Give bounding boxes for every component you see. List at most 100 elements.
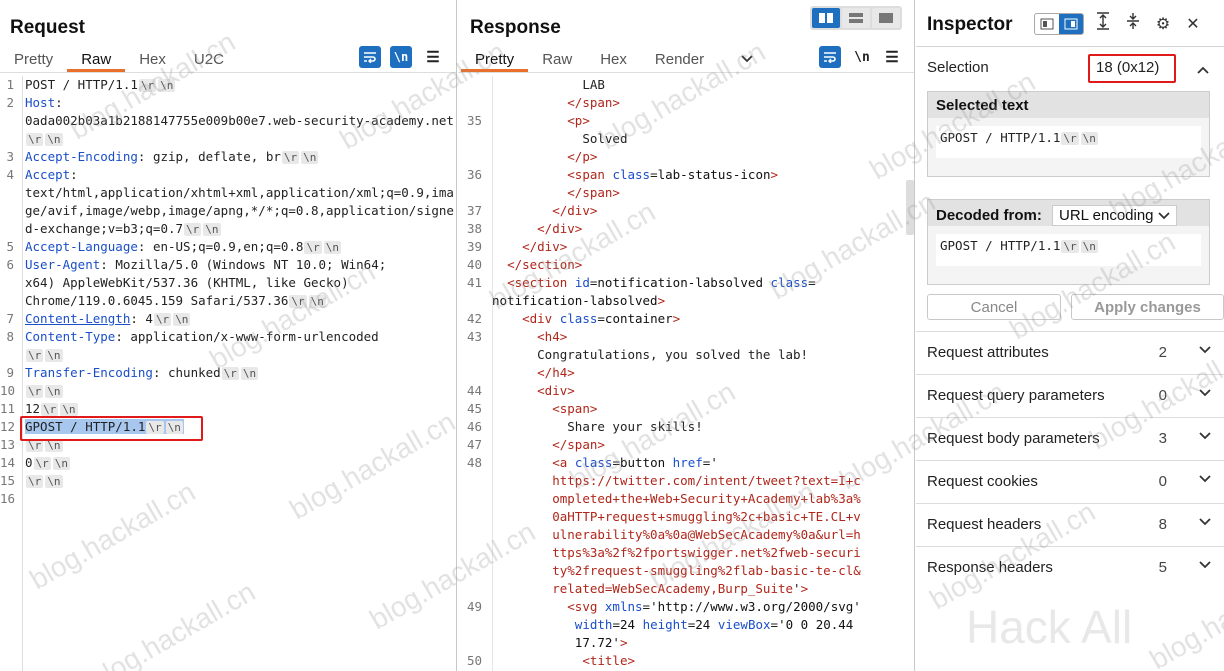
- code-line: 50 <title>: [458, 652, 900, 670]
- line-number: 9: [6, 365, 14, 380]
- request-editor[interactable]: 1 POST / HTTP/1.1 \r \n 2 Host: 0ada002b03a1b…: [0, 76, 456, 671]
- hamburger-menu-icon[interactable]: ☰: [422, 46, 444, 68]
- line-number: 39: [466, 239, 482, 254]
- line-number: 37: [466, 203, 482, 218]
- selected-text-label: Selected text: [928, 92, 1209, 118]
- line-text: <div>: [537, 383, 575, 398]
- line-number: 5: [6, 239, 14, 254]
- line-number: 7: [6, 311, 14, 326]
- line-text: User-Agent: Mozilla/5.0 (Windows NT 10.0…: [25, 257, 387, 308]
- expand-all-icon[interactable]: [1092, 12, 1114, 35]
- section-count: 8: [1158, 516, 1167, 533]
- collapse-all-icon[interactable]: [1122, 12, 1144, 35]
- inspector-section-request-body-parameters[interactable]: Request body parameters 3: [916, 417, 1224, 460]
- line-text: Accept-Language: en-US;q=0.9,en;q=0.8 \r \…: [25, 239, 341, 254]
- inspector-title: Inspector: [927, 14, 1013, 35]
- divider: [458, 72, 914, 73]
- line-number: 50: [466, 653, 482, 668]
- inspector-section-request-query-parameters[interactable]: Request query parameters 0: [916, 374, 1224, 417]
- code-line: 49 <svg xmlns='http://www.w3.org/2000/sv…: [458, 598, 900, 652]
- line-text: </span>: [567, 95, 620, 110]
- stacked-layout-icon[interactable]: [842, 8, 870, 28]
- line-number: 14: [0, 455, 16, 470]
- request-tab-pretty[interactable]: Pretty: [0, 48, 67, 72]
- line-text: <section id=notification-labsolved class…: [492, 275, 816, 308]
- section-label: Request cookies: [927, 473, 1038, 490]
- section-count: 0: [1158, 387, 1167, 404]
- response-viewer[interactable]: LAB </span> 35 <p> Solved </p> 36 <span cl…: [458, 76, 900, 671]
- inspector-section-request-headers[interactable]: Request headers 8: [916, 503, 1224, 546]
- response-tab-raw[interactable]: Raw: [528, 48, 586, 72]
- chevron-down-icon[interactable]: [1198, 428, 1212, 444]
- selected-text-value[interactable]: GPOST / HTTP/1.1 \r \n: [936, 126, 1201, 158]
- close-icon[interactable]: ✕: [1182, 14, 1204, 34]
- chevron-down-icon[interactable]: [1198, 342, 1212, 358]
- response-tab-render[interactable]: Render: [641, 48, 718, 72]
- response-pane: Response Pretty Raw Hex Render \n ☰ LAB </s…: [458, 0, 915, 671]
- inspector-section-request-cookies[interactable]: Request cookies 0: [916, 460, 1224, 503]
- hamburger-menu-icon[interactable]: ☰: [881, 46, 903, 68]
- response-tab-hex[interactable]: Hex: [586, 48, 641, 72]
- code-line: </span>: [458, 184, 900, 202]
- line-text: 12 \r \n: [25, 401, 78, 416]
- code-line: 46 Share your skills!: [458, 418, 900, 436]
- inspector-section-response-headers[interactable]: Response headers 5: [916, 546, 1224, 589]
- request-tab-u2c[interactable]: U2C: [180, 48, 238, 72]
- code-line: 8 Content-Type: application/x-www-form-ur…: [0, 328, 456, 364]
- response-scrollbar[interactable]: [906, 180, 914, 235]
- show-newlines-icon[interactable]: \n: [851, 46, 873, 68]
- code-line: </p>: [458, 148, 900, 166]
- section-count: 2: [1158, 344, 1167, 361]
- line-number: 49: [466, 599, 482, 614]
- line-text: <div class=container>: [522, 311, 681, 326]
- chevron-up-icon[interactable]: [1196, 62, 1210, 78]
- line-text: Accept: text/html,application/xhtml+xml,…: [25, 167, 454, 236]
- line-text: GPOST / HTTP/1.1 \r \n: [20, 418, 456, 436]
- line-number: 46: [466, 419, 482, 434]
- tabbed-layout-icon[interactable]: [872, 8, 900, 28]
- line-number: 8: [6, 329, 14, 344]
- response-tab-pretty[interactable]: Pretty: [461, 48, 529, 72]
- decoding-dropdown[interactable]: URL encoding: [1052, 205, 1177, 226]
- show-newlines-icon[interactable]: \n: [390, 46, 412, 68]
- line-text: </p>: [567, 149, 598, 164]
- line-text: <title>: [582, 653, 635, 668]
- code-line: 39 </div>: [458, 238, 900, 256]
- code-line: 47 </span>: [458, 436, 900, 454]
- code-line: 1 POST / HTTP/1.1 \r \n: [0, 76, 456, 94]
- code-line: 5 Accept-Language: en-US;q=0.9,en;q=0.8 \r…: [0, 238, 456, 256]
- apply-changes-button[interactable]: Apply changes: [1071, 294, 1224, 320]
- section-label: Request attributes: [927, 344, 1049, 361]
- inspector-toolbar: ⚙ ✕: [1034, 12, 1204, 35]
- chevron-down-icon[interactable]: [1198, 471, 1212, 487]
- line-number: 38: [466, 221, 482, 236]
- side-by-side-layout-icon[interactable]: [812, 8, 840, 28]
- line-number: [458, 148, 488, 166]
- chevron-down-icon[interactable]: [740, 51, 754, 67]
- chevron-down-icon[interactable]: [1198, 557, 1212, 573]
- layout-right-icon[interactable]: [1059, 13, 1083, 34]
- cancel-button[interactable]: Cancel: [927, 294, 1061, 320]
- request-tab-hex[interactable]: Hex: [125, 48, 180, 72]
- decoded-value[interactable]: GPOST / HTTP/1.1 \r \n: [936, 234, 1201, 266]
- wrap-lines-icon[interactable]: [359, 46, 381, 68]
- line-text: Share your skills!: [492, 419, 703, 434]
- chevron-down-icon[interactable]: [1198, 385, 1212, 401]
- line-text: </span>: [567, 185, 620, 200]
- line-number: 16: [0, 491, 16, 506]
- inspector-section-request-attributes[interactable]: Request attributes 2: [916, 331, 1224, 374]
- line-text: <svg xmlns='http://www.w3.org/2000/svg' …: [567, 599, 861, 650]
- line-text: \r \n: [26, 475, 63, 488]
- request-title: Request: [10, 17, 85, 38]
- request-tab-raw[interactable]: Raw: [67, 48, 126, 72]
- chevron-down-icon[interactable]: [1198, 514, 1212, 530]
- code-line: 7 Content-Length: 4 \r \n: [0, 310, 456, 328]
- line-number: 40: [466, 257, 482, 272]
- code-line: 42 <div class=container>: [458, 310, 900, 328]
- gear-icon[interactable]: ⚙: [1152, 14, 1174, 34]
- layout-left-icon[interactable]: [1035, 14, 1059, 34]
- wrap-lines-icon[interactable]: [819, 46, 841, 68]
- selected-text-box: Selected text GPOST / HTTP/1.1 \r \n: [927, 91, 1210, 177]
- code-line: 48 <a class=button href=' https://twitte…: [458, 454, 900, 598]
- line-text: Transfer-Encoding: chunked \r \n: [25, 365, 259, 380]
